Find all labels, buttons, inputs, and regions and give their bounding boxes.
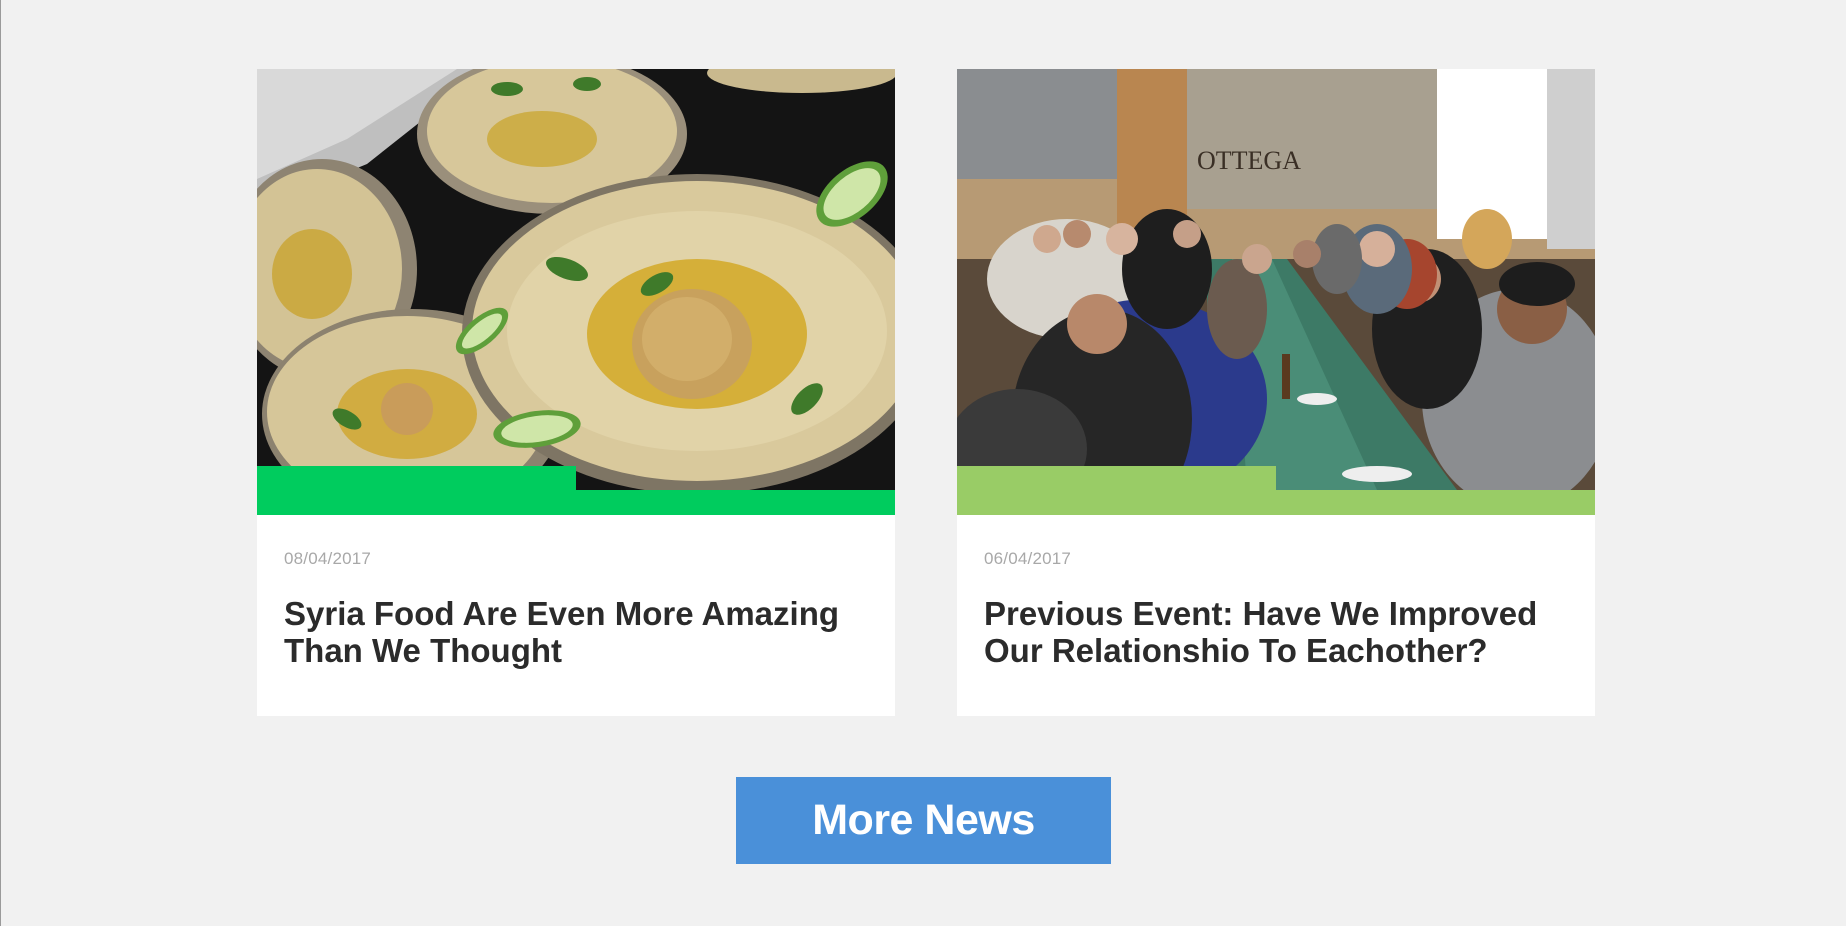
community-dinner-photo[interactable]: OTTEGA (957, 69, 1595, 490)
more-news-button[interactable]: More News (736, 777, 1111, 864)
card-date: 08/04/2017 (284, 549, 372, 568)
page-left-border (0, 0, 1, 926)
card-accent-tab (957, 466, 1276, 490)
hummus-plates-photo[interactable] (257, 69, 895, 490)
news-cards: 08/04/2017 Syria Food Are Even More Amaz… (257, 69, 1595, 716)
card-accent-bar (957, 490, 1595, 515)
card-accent-tab (257, 466, 576, 490)
news-card-2[interactable]: OTTEGA 06/04/2017 Previous Event: Have W… (957, 69, 1595, 716)
card-title-link[interactable]: Syria Food Are Even More Amazing Than We… (284, 595, 864, 669)
card-title-link[interactable]: Previous Event: Have We Improved Our Rel… (984, 595, 1564, 669)
card-date: 06/04/2017 (984, 549, 1072, 568)
restaurant-sign-text: OTTEGA (1197, 146, 1301, 175)
card-accent-bar (257, 490, 895, 515)
news-card-1[interactable]: 08/04/2017 Syria Food Are Even More Amaz… (257, 69, 895, 716)
